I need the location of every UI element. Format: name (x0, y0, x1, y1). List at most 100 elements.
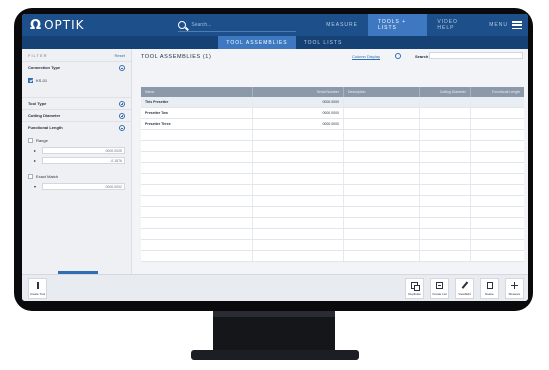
create-list-button[interactable]: Create List (430, 278, 449, 299)
cell-serial-number: 0000.0000 (253, 108, 344, 118)
connection-type-option[interactable]: KS-01 (22, 73, 131, 87)
column-settings-icon[interactable] (395, 53, 401, 59)
cell-description (344, 97, 420, 107)
app-logo[interactable]: Ω OPTIK (22, 14, 142, 36)
table-search-label: Search (415, 54, 429, 59)
filter-section-functional-length[interactable]: Functional Length (22, 121, 131, 133)
app-screen: Ω OPTIK Search... MEASURE TOOLS + LISTS … (22, 14, 528, 301)
button-label: Measure (508, 292, 521, 296)
collapse-icon[interactable] (119, 64, 125, 71)
cell-serial-number: 0000.0000 (253, 97, 344, 107)
tab-tool-assemblies[interactable]: TOOL ASSEMBLIES (218, 36, 296, 49)
empty-row (141, 196, 524, 207)
main-content: TOOL ASSEMBLIES (1) Column Display Searc… (133, 49, 528, 274)
logo-omega-icon: Ω (30, 17, 42, 33)
nav-tools-lists[interactable]: TOOLS + LISTS (367, 14, 428, 36)
column-header-name[interactable]: Name (141, 87, 253, 97)
cell-description (344, 119, 420, 129)
checkbox-icon[interactable] (28, 137, 33, 143)
main-nav-links: MEASURE TOOLS + LISTS VIDEO HELP MENU (316, 14, 528, 36)
checkbox-icon[interactable] (28, 173, 33, 179)
table-row[interactable]: Presetter Three 0000.0000 (141, 119, 524, 130)
button-label: Create Tool (29, 292, 46, 296)
monitor-mockup: Ω OPTIK Search... MEASURE TOOLS + LISTS … (0, 0, 549, 370)
monitor-stand-shadow (213, 311, 335, 317)
exact-match-row: ▾ 0000.0002 (22, 181, 131, 191)
cell-functional-length (471, 108, 524, 118)
nav-menu-label: MENU (489, 22, 508, 28)
empty-row (141, 218, 524, 229)
duplicate-button[interactable]: Duplicate (405, 278, 424, 299)
cell-functional-length (471, 119, 524, 129)
option-label: Range (36, 137, 48, 143)
filter-reset-link[interactable]: Reset (115, 53, 125, 58)
filter-title: FILTER (28, 52, 48, 58)
section-label: Cutting Diameter (28, 113, 61, 118)
button-label: Duplicate (408, 292, 421, 296)
measure-button[interactable]: Measure (505, 278, 524, 299)
filter-section-connection-type[interactable]: Connection Type (22, 61, 131, 73)
empty-row (141, 141, 524, 152)
checkbox-checked-icon[interactable] (28, 77, 33, 83)
sub-tabs: TOOL ASSEMBLIES TOOL LISTS (22, 36, 528, 49)
collapse-icon[interactable] (119, 124, 125, 131)
empty-row (141, 240, 524, 251)
pencil-icon (461, 282, 468, 289)
greater-than-icon: ▸ (34, 147, 37, 153)
column-header-cutting-diameter[interactable]: Cutting Diameter (420, 87, 471, 97)
cell-serial-number: 0000.0000 (253, 119, 344, 129)
section-label: Connection Type (28, 65, 61, 70)
cell-cutting-diameter (420, 108, 471, 118)
button-label: Create List (432, 292, 447, 296)
filter-panel: FILTER Reset Connection Type KS-01 Tool … (22, 49, 132, 280)
tab-tool-lists[interactable]: TOOL LISTS (296, 36, 350, 49)
nav-measure[interactable]: MEASURE (316, 14, 368, 36)
empty-row (141, 185, 524, 196)
table-search-input[interactable] (429, 52, 523, 59)
cell-name: Presetter Two (141, 108, 253, 118)
filter-section-tool-type[interactable]: Tool Type (22, 97, 131, 109)
cell-name: Presetter Three (141, 119, 253, 129)
range-min-row: ▸ 0000.0025 (22, 145, 131, 155)
duplicate-icon (411, 282, 420, 291)
range-option[interactable]: Range (22, 135, 131, 145)
delete-button[interactable]: Delete (480, 278, 499, 299)
column-header-functional-length[interactable]: Functional Length (471, 87, 524, 97)
empty-row (141, 163, 524, 174)
empty-table-rows (141, 130, 524, 262)
list-icon (436, 282, 443, 289)
range-max-input[interactable]: -0.1876 (42, 156, 125, 164)
hamburger-menu-icon (512, 21, 522, 29)
column-header-description[interactable]: Description (344, 87, 420, 97)
page-title: TOOL ASSEMBLIES (1) (141, 54, 212, 60)
plus-icon (511, 282, 518, 289)
empty-row (141, 130, 524, 141)
create-tool-button[interactable]: Create Tool (28, 278, 47, 299)
global-search-placeholder: Search... (191, 21, 212, 28)
section-label: Tool Type (28, 101, 47, 106)
bottom-toolbar: Create Tool Duplicate Create List View/E… (22, 274, 528, 301)
table-row[interactable]: Presetter Two 0000.0000 (141, 108, 524, 119)
table-row[interactable]: This Presetter 0000.0000 (141, 97, 524, 108)
filter-section-cutting-diameter[interactable]: Cutting Diameter (22, 109, 131, 121)
column-header-serial-number[interactable]: Serial Number (253, 87, 344, 97)
view-edit-button[interactable]: View/Edit (455, 278, 474, 299)
cell-cutting-diameter (420, 97, 471, 107)
nav-video-help[interactable]: VIDEO HELP (427, 14, 479, 36)
main-header: TOOL ASSEMBLIES (1) (141, 49, 211, 65)
exact-match-input[interactable]: 0000.0002 (42, 182, 125, 190)
column-display-link[interactable]: Column Display (352, 54, 380, 59)
table-header: Name Serial Number Description Cutting D… (141, 87, 524, 97)
search-icon (178, 20, 187, 29)
expand-icon[interactable] (119, 112, 125, 119)
global-search[interactable]: Search... (178, 18, 297, 32)
empty-row (141, 251, 524, 262)
less-than-icon: ▸ (34, 157, 37, 163)
exact-match-option[interactable]: Exact Match (22, 171, 131, 181)
cell-cutting-diameter (420, 119, 471, 129)
monitor-stand-neck (213, 311, 335, 351)
nav-menu[interactable]: MENU (479, 14, 528, 36)
create-tool-icon (34, 282, 41, 289)
expand-icon[interactable] (119, 100, 125, 107)
range-min-input[interactable]: 0000.0025 (42, 146, 125, 154)
